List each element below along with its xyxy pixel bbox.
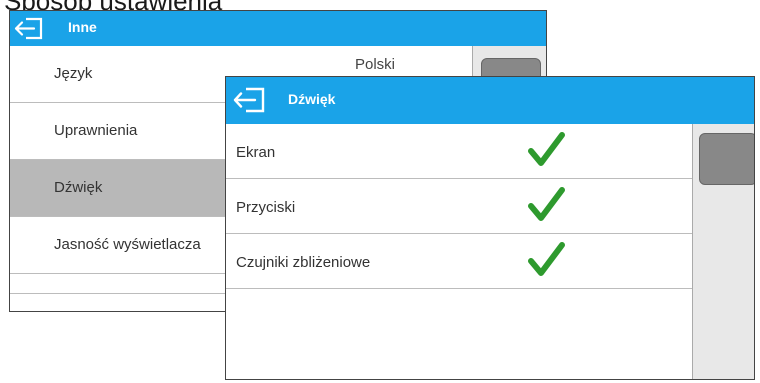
back-arrow-icon[interactable]	[230, 86, 268, 114]
inne-titlebar: Inne	[10, 11, 546, 46]
inne-title: Inne	[68, 19, 97, 35]
checkmark-icon[interactable]	[526, 185, 566, 225]
dzwiek-titlebar: Dźwięk	[226, 77, 754, 124]
dzwiek-title: Dźwięk	[288, 91, 336, 107]
row-label: Język	[54, 65, 93, 82]
row-label: Jasność wyświetlacza	[54, 236, 201, 253]
sound-row-ekran[interactable]: Ekran	[226, 124, 692, 179]
row-label: Dźwięk	[54, 179, 103, 196]
row-label: Czujniki zbliżeniowe	[236, 254, 371, 271]
checkmark-icon[interactable]	[526, 130, 566, 170]
row-label: Ekran	[236, 144, 276, 161]
dzwiek-scrollbar[interactable]	[692, 124, 754, 379]
checkmark-icon[interactable]	[526, 240, 566, 280]
dzwiek-window: Dźwięk Ekran Przyciski Czujniki zbliżeni…	[225, 76, 755, 380]
scrollbar-thumb[interactable]	[699, 133, 754, 185]
row-label: Uprawnienia	[54, 122, 138, 139]
row-value: Polski	[355, 56, 396, 73]
row-label: Przyciski	[236, 199, 296, 216]
back-arrow-icon[interactable]	[12, 16, 46, 41]
sound-row-czujniki[interactable]: Czujniki zbliżeniowe	[226, 234, 692, 289]
sound-row-przyciski[interactable]: Przyciski	[226, 179, 692, 234]
